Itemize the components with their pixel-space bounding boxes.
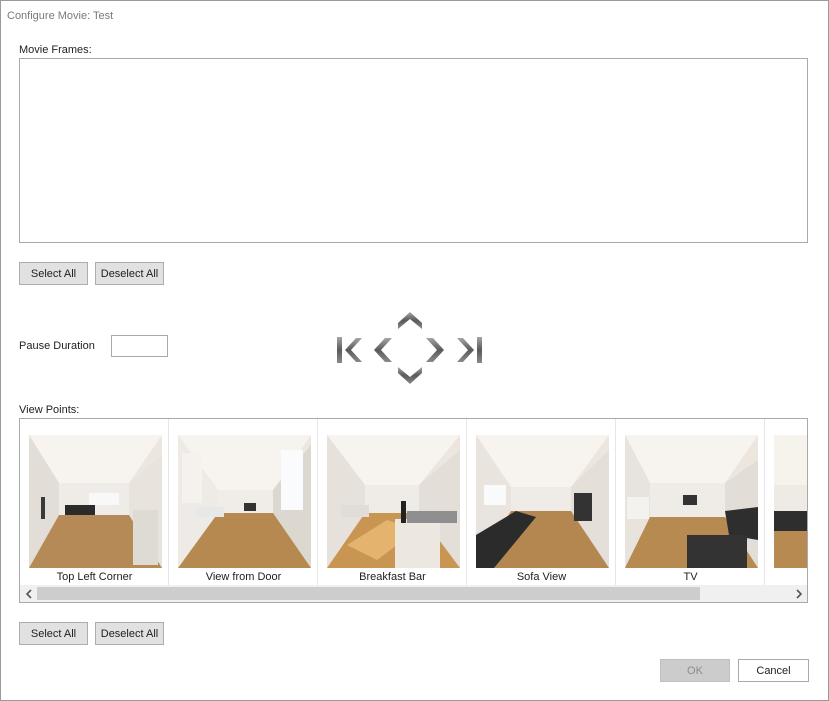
view-point-item[interactable]: TV — [616, 419, 765, 585]
view-point-thumbnail — [625, 435, 758, 568]
view-point-caption: View from Door — [205, 571, 282, 583]
move-up-icon[interactable] — [396, 309, 424, 331]
view-point-thumbnail — [178, 435, 311, 568]
frames-deselect-all-button[interactable]: Deselect All — [95, 262, 164, 285]
viewpoints-select-all-button[interactable]: Select All — [19, 622, 88, 645]
move-down-icon[interactable] — [396, 365, 424, 387]
view-point-thumbnail — [327, 435, 460, 568]
view-points-scrollbar[interactable] — [20, 585, 807, 602]
skip-to-last-icon[interactable] — [453, 335, 485, 365]
view-point-item[interactable]: View from Door — [169, 419, 318, 585]
ok-button[interactable]: OK — [660, 659, 730, 682]
view-point-caption: Breakfast Bar — [359, 571, 426, 583]
configure-movie-dialog: Configure Movie: Test Movie Frames: Sele… — [0, 0, 829, 701]
view-point-caption: Top Left Corner — [56, 571, 133, 583]
cancel-button[interactable]: Cancel — [738, 659, 809, 682]
view-points-label: View Points: — [19, 404, 80, 416]
chevron-left-icon[interactable] — [20, 585, 37, 602]
viewpoints-deselect-all-button[interactable]: Deselect All — [95, 622, 164, 645]
movie-frames-label: Movie Frames: — [19, 44, 92, 56]
view-point-thumbnail — [29, 435, 162, 568]
chevron-right-icon[interactable] — [790, 585, 807, 602]
view-point-thumbnail — [476, 435, 609, 568]
window-title: Configure Movie: Test — [7, 10, 114, 22]
view-point-thumbnail — [774, 435, 807, 568]
view-point-item[interactable]: Top Left Corner — [20, 419, 169, 585]
pause-duration-input[interactable] — [111, 335, 168, 357]
view-points-list[interactable]: Top Left Corner View from Door Breakfast… — [19, 418, 808, 603]
pause-duration-label: Pause Duration — [19, 340, 95, 352]
skip-to-first-icon[interactable] — [334, 335, 366, 365]
frames-select-all-button[interactable]: Select All — [19, 262, 88, 285]
view-point-caption: Sofa View — [516, 571, 567, 583]
scrollbar-thumb[interactable] — [37, 587, 700, 600]
next-icon[interactable] — [424, 335, 446, 365]
previous-icon[interactable] — [372, 335, 394, 365]
frame-navigation-pad — [334, 309, 486, 389]
view-point-item[interactable] — [765, 419, 807, 585]
view-points-strip: Top Left Corner View from Door Breakfast… — [20, 419, 807, 585]
view-point-item[interactable]: Sofa View — [467, 419, 616, 585]
view-point-item[interactable]: Breakfast Bar — [318, 419, 467, 585]
movie-frames-list[interactable] — [19, 58, 808, 243]
view-point-caption: TV — [683, 571, 698, 583]
